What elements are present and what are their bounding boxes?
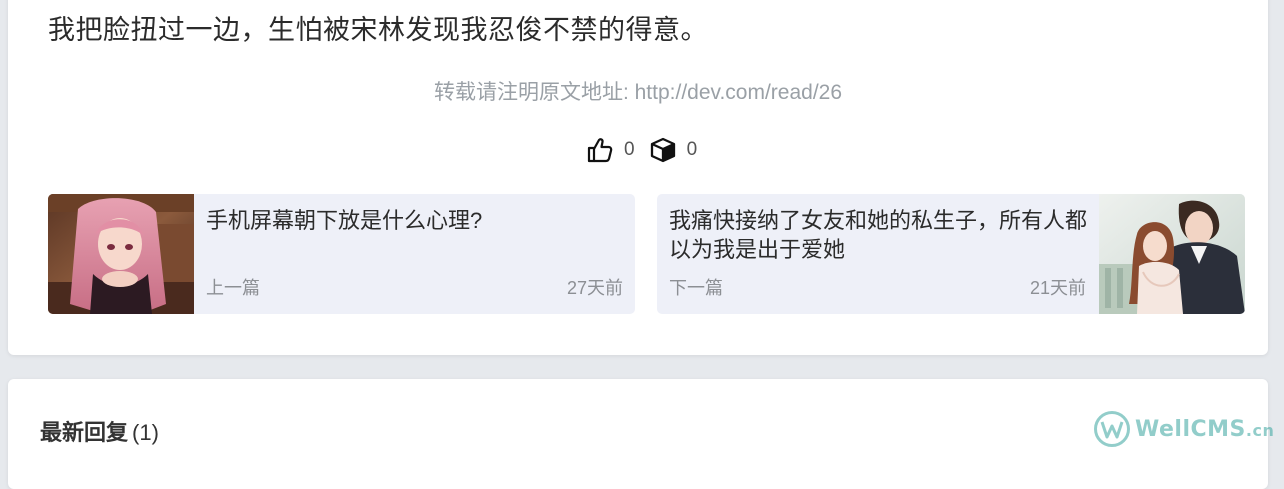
replies-heading: 最新回复 (1) [40,415,159,447]
next-article-time: 21天前 [1029,278,1086,298]
prev-article-title[interactable]: 手机屏幕朝下放是什么心理? [206,206,616,235]
wellcms-watermark: WellCMS.cn [1093,410,1274,448]
like-count: 0 [624,139,635,160]
next-article-thumbnail[interactable] [1099,194,1245,314]
next-article-card[interactable]: 我痛快接纳了女友和她的私生子，所有人都以为我是出于爱她 下一篇 21天前 [657,194,1245,314]
replies-title: 最新回复 [40,420,129,445]
wellcms-logo-icon [1094,411,1130,447]
prev-article-label: 上一篇 [206,278,260,298]
reprint-url-link[interactable]: http://dev.com/read/26 [635,81,842,104]
next-article-label: 下一篇 [669,278,723,298]
prev-article-thumbnail[interactable] [48,194,194,314]
article-card: 我把脸扭过一边，生怕被宋林发现我忍俊不禁的得意。 转载请注明原文地址: http… [8,0,1268,355]
article-actions: 0 0 [586,134,711,166]
article-last-paragraph: 我把脸扭过一边，生怕被宋林发现我忍俊不禁的得意。 [48,15,708,45]
prev-article-card[interactable]: 手机屏幕朝下放是什么心理? 上一篇 27天前 [48,194,635,314]
prev-article-time: 27天前 [566,278,623,298]
watermark-text: WellCMS.cn [1135,416,1275,442]
reprint-prefix: 转载请注明原文地址: [433,81,635,104]
box-icon[interactable] [649,136,677,164]
thumbs-up-icon[interactable] [586,136,614,164]
next-article-title[interactable]: 我痛快接纳了女友和她的私生子，所有人都以为我是出于爱她 [669,206,1089,264]
favorite-count: 0 [686,139,698,160]
reprint-notice: 转载请注明原文地址: http://dev.com/read/26 [8,76,1268,106]
replies-count: (1) [132,420,159,445]
replies-card: 最新回复 (1) [8,379,1268,489]
